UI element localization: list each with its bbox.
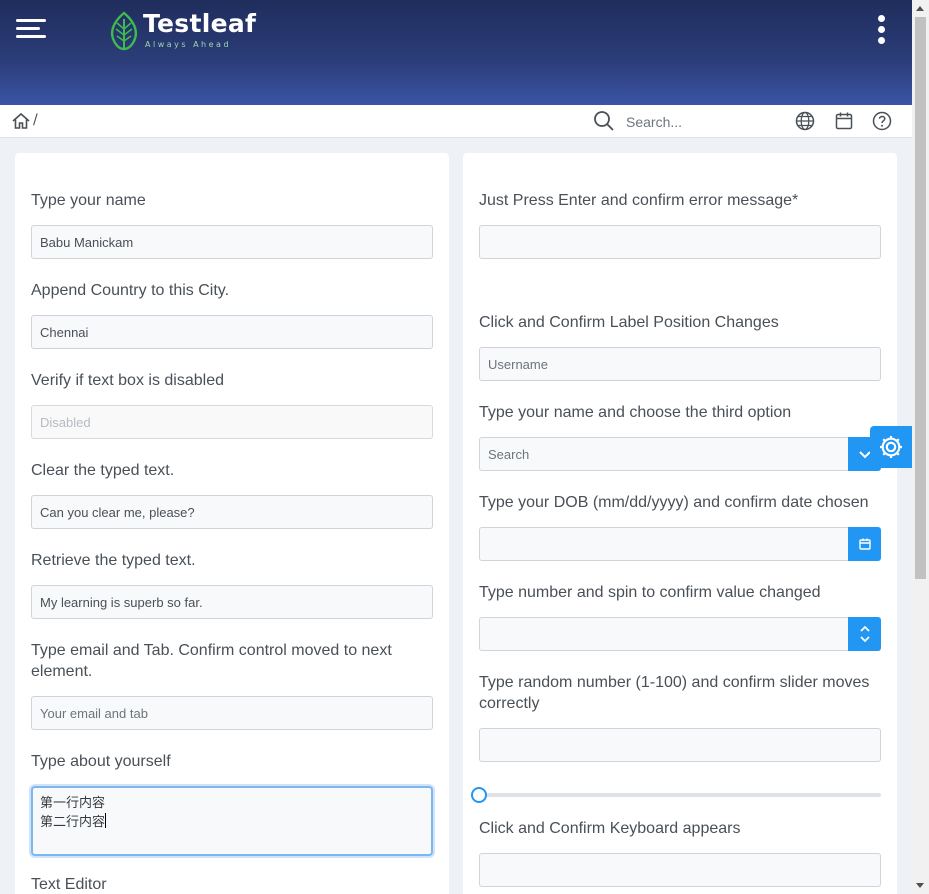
datepicker-button[interactable]	[848, 527, 881, 561]
field-label: Type your name and choose the third opti…	[479, 404, 792, 421]
menu-icon[interactable]	[16, 17, 46, 43]
name-input[interactable]: Babu Manickam	[31, 225, 433, 259]
chevron-down-icon[interactable]	[859, 634, 871, 644]
enter-error-input[interactable]	[479, 225, 881, 259]
gear-icon	[880, 436, 902, 458]
field-label: Just Press Enter and confirm error messa…	[479, 192, 799, 209]
calendar-icon	[858, 538, 871, 550]
settings-button[interactable]	[870, 426, 912, 468]
disabled-input: Disabled	[31, 405, 433, 439]
slider-handle[interactable]	[471, 787, 487, 803]
scroll-down-arrow-icon[interactable]	[916, 883, 924, 888]
field-label: Verify if text box is disabled	[31, 372, 224, 389]
help-icon[interactable]	[871, 110, 893, 132]
brand-name: Testleaf	[143, 9, 257, 38]
spinner-input[interactable]	[479, 617, 849, 651]
field-label: Click and Confirm Keyboard appears	[479, 820, 741, 837]
page-scrollbar[interactable]	[912, 0, 929, 894]
field-label: Type your DOB (mm/dd/yyyy) and confirm d…	[479, 494, 869, 511]
autocomplete-input[interactable]: Search	[479, 437, 849, 471]
scroll-thumb[interactable]	[915, 17, 926, 579]
city-input[interactable]: Chennai	[31, 315, 433, 349]
field-label: Text Editor	[31, 876, 107, 893]
field-label: Type number and spin to confirm value ch…	[479, 584, 821, 601]
email-input[interactable]: Your email and tab	[31, 696, 433, 730]
leaf-logo-icon	[110, 11, 138, 51]
slider-number-input[interactable]	[479, 728, 881, 762]
right-form-card	[463, 153, 897, 894]
keyboard-input[interactable]	[479, 853, 881, 887]
field-label: Retrieve the typed text.	[31, 552, 196, 569]
breadcrumb-toolbar: /	[0, 105, 912, 138]
search-input[interactable]	[620, 111, 780, 133]
more-options-icon[interactable]	[877, 15, 887, 45]
textarea-line-with-caret: 第二行内容	[40, 813, 107, 830]
field-label: Append Country to this City.	[31, 282, 230, 299]
textarea-line: 第一行内容	[40, 796, 106, 811]
spinner-buttons[interactable]	[848, 617, 881, 651]
field-label: Click and Confirm Label Position Changes	[479, 314, 779, 331]
username-float-input[interactable]: Username	[479, 347, 881, 381]
scroll-up-arrow-icon[interactable]	[916, 6, 924, 11]
field-label: Type email and Tab. Confirm control move…	[31, 642, 392, 680]
field-label: Type random number (1-100) and confirm s…	[479, 674, 870, 712]
search-icon[interactable]	[593, 110, 615, 132]
field-label: Clear the typed text.	[31, 462, 175, 479]
field-label: Type your name	[31, 192, 146, 209]
slider-track[interactable]	[479, 793, 881, 797]
clear-text-input[interactable]: Can you clear me, please?	[31, 495, 433, 529]
field-label: Type about yourself	[31, 753, 171, 770]
dob-input[interactable]	[479, 527, 849, 561]
home-icon[interactable]	[11, 111, 31, 131]
globe-icon[interactable]	[794, 110, 816, 132]
breadcrumb-separator: /	[33, 112, 38, 128]
brand-tagline: Always Ahead	[145, 40, 232, 49]
chevron-up-icon[interactable]	[859, 624, 871, 634]
brand-logo[interactable]: Testleaf Always Ahead	[108, 9, 256, 53]
about-yourself-textarea[interactable]: 第一行内容 第二行内容	[31, 786, 433, 856]
retrieve-text-input[interactable]: My learning is superb so far.	[31, 585, 433, 619]
calendar-icon[interactable]	[833, 110, 855, 132]
top-header: Testleaf Always Ahead	[0, 0, 912, 105]
